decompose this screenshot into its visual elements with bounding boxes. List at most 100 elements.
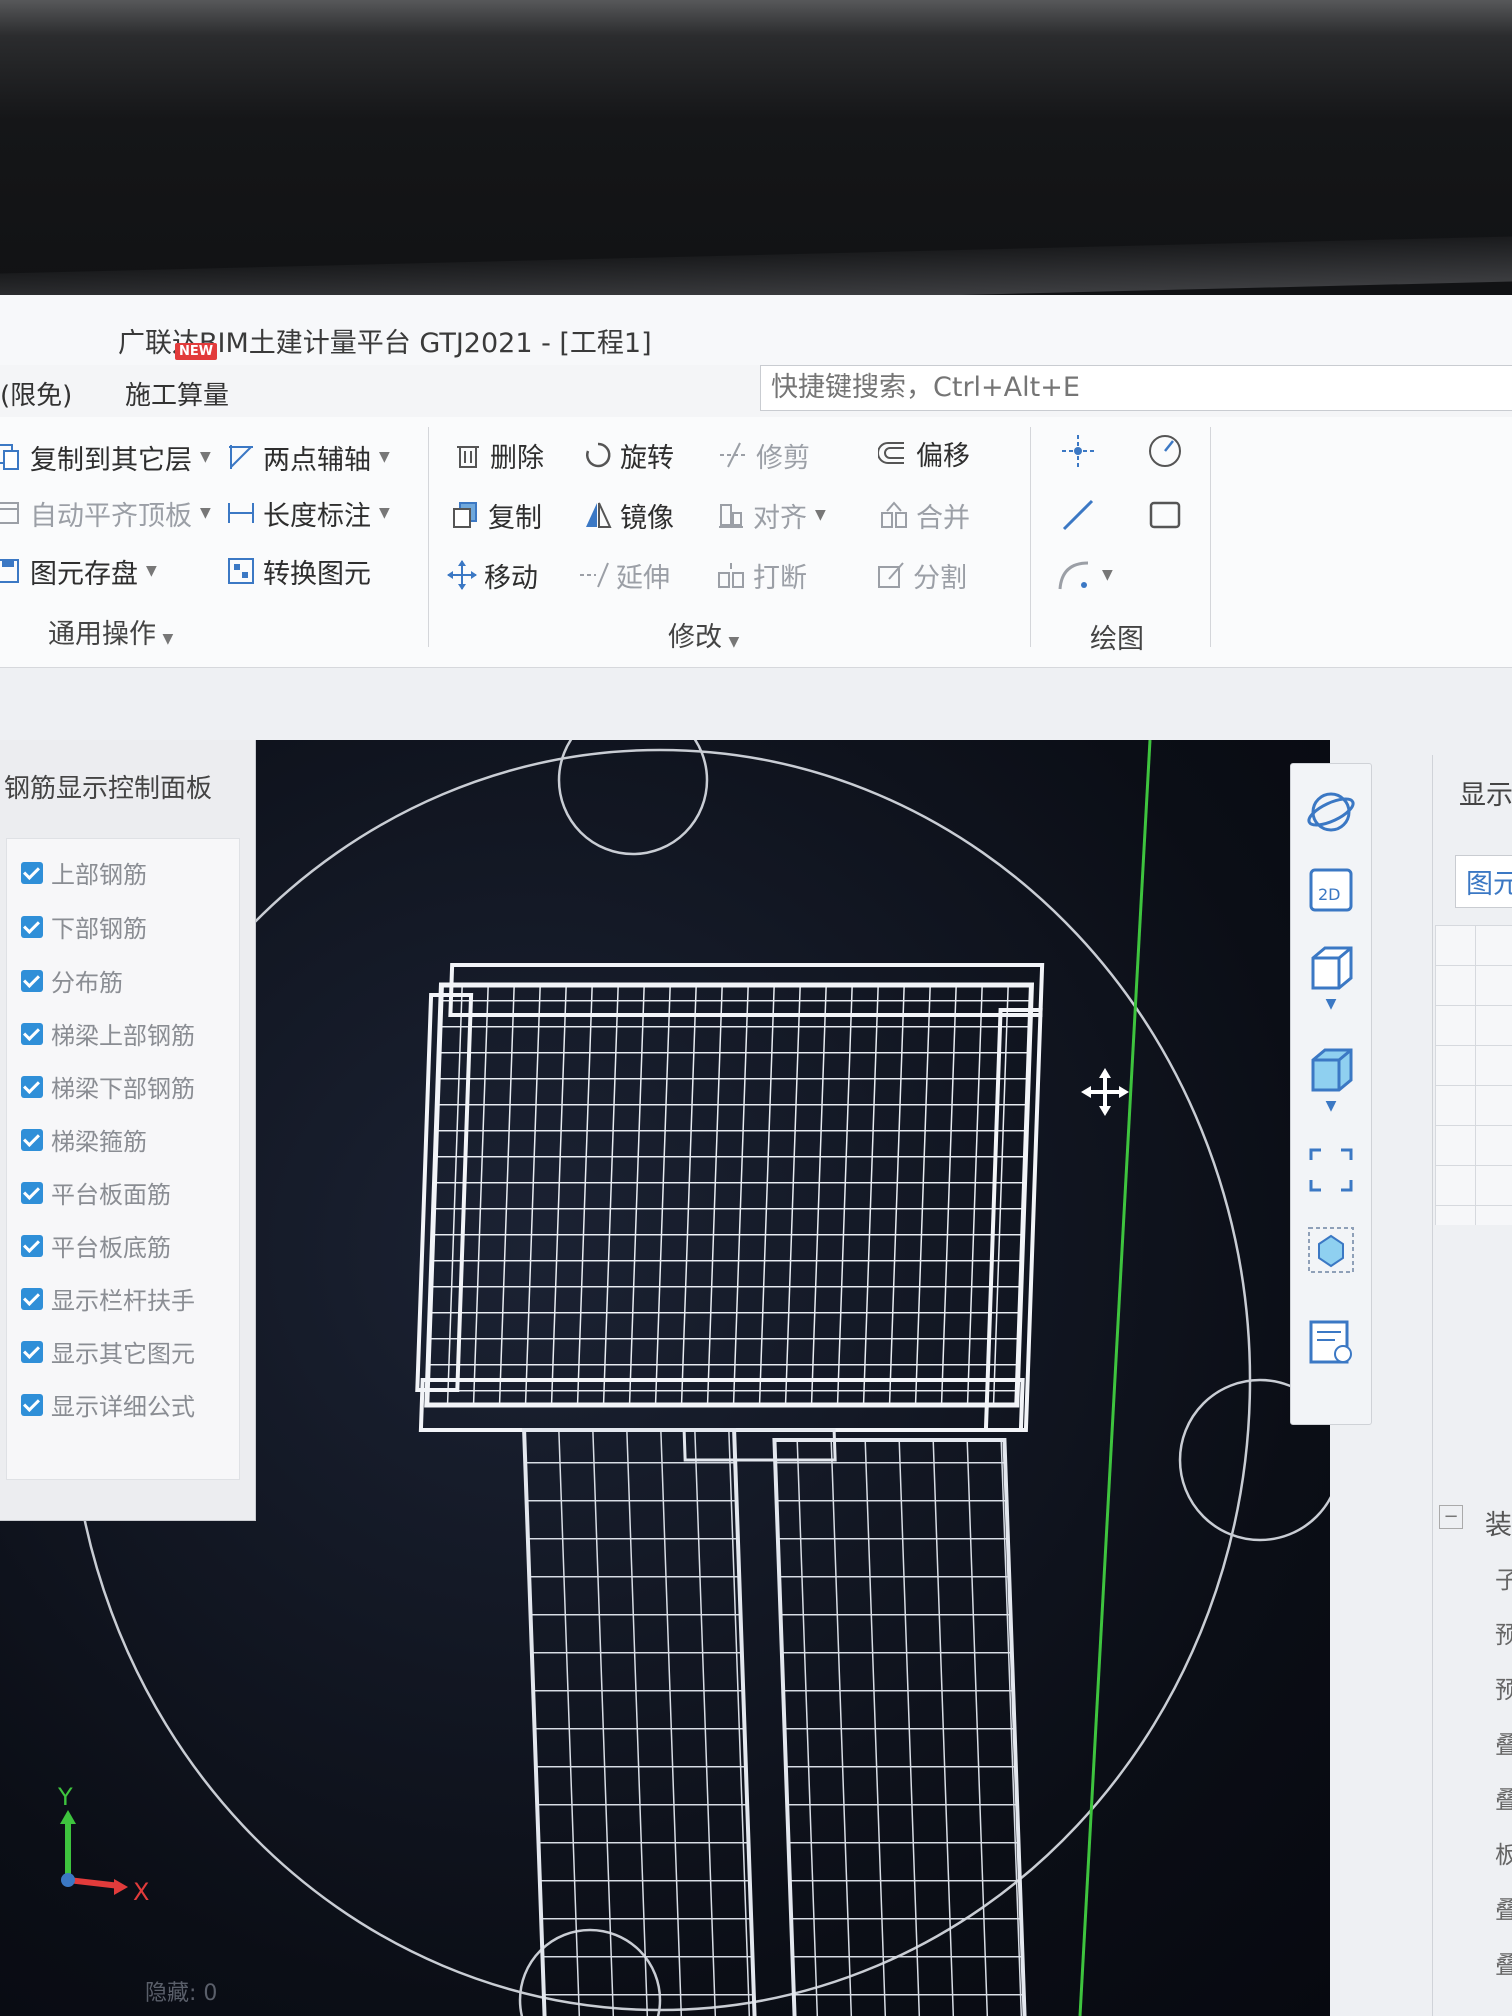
tab-display[interactable]: 显示 (1459, 773, 1512, 812)
split-icon (875, 559, 907, 591)
line-draw-button[interactable] (1058, 495, 1098, 535)
move-cursor-icon (1081, 1068, 1129, 1116)
chevron-down-icon: ▼ (200, 505, 211, 521)
rotate-point-button[interactable] (1145, 431, 1185, 471)
menu-item-construction-quantity[interactable]: 施工算量 (125, 375, 229, 412)
merge-button[interactable]: 合并 (878, 495, 970, 535)
checkbox-bottom-rebar[interactable]: 下部钢筋 (21, 909, 147, 944)
orbit-handle-top[interactable] (557, 740, 709, 856)
mirror-icon (582, 499, 614, 531)
collapse-icon[interactable]: − (1439, 1505, 1463, 1529)
two-point-axis-label: 两点辅轴 (263, 444, 371, 476)
delete-button[interactable]: 删除 (452, 435, 544, 475)
checkbox-checked-icon[interactable] (21, 1287, 43, 1310)
break-button[interactable]: 打断 (715, 555, 807, 595)
save-icon (0, 555, 24, 587)
auto-flush-slab-button[interactable]: 自动平齐顶板 ▼ (0, 493, 211, 533)
move-button[interactable]: 移动 (446, 555, 538, 595)
checkbox-checked-icon[interactable] (21, 915, 43, 938)
extend-label: 延伸 (616, 562, 670, 594)
offset-label: 偏移 (916, 440, 970, 472)
properties-icon[interactable] (1305, 1316, 1357, 1368)
move-icon (446, 559, 478, 591)
checkbox-checked-icon[interactable] (21, 1022, 43, 1045)
extend-icon (578, 559, 610, 591)
checkbox-distribution-rebar[interactable]: 分布筋 (21, 963, 123, 998)
side-label: 叠 (1495, 1786, 1512, 1814)
trim-button[interactable]: 修剪 (718, 435, 810, 475)
shortcut-search[interactable] (760, 365, 1512, 411)
group-label-draw: 绘图 (1090, 624, 1144, 655)
checkbox-beam-bottom-rebar[interactable]: 梯梁下部钢筋 (21, 1069, 195, 1104)
checkbox-beam-top-rebar[interactable]: 梯梁上部钢筋 (21, 1016, 195, 1051)
view-toolbar: 2D ▼ ▼ (1290, 763, 1372, 1425)
menu-item-free[interactable]: (限免) (0, 375, 72, 412)
checkbox-checked-icon[interactable] (21, 1393, 43, 1416)
copy-to-layer-button[interactable]: 复制到其它层 ▼ (0, 437, 211, 477)
chevron-down-icon[interactable]: ▼ (1305, 1098, 1357, 1118)
axis-label-y: Y (57, 1783, 73, 1811)
offset-icon (877, 437, 910, 469)
checkbox-top-rebar[interactable]: 上部钢筋 (21, 855, 147, 890)
align-button[interactable]: 对齐 ▼ (715, 495, 826, 535)
shortcut-search-input[interactable] (761, 366, 1512, 408)
stair-flight-right (772, 1438, 1028, 2016)
checkbox-show-railing[interactable]: 显示栏杆扶手 (21, 1281, 195, 1316)
fit-view-icon[interactable] (1305, 1144, 1357, 1196)
checkbox-slab-bottom-rebar[interactable]: 平台板底筋 (21, 1228, 171, 1263)
orbit-icon[interactable] (1305, 786, 1357, 838)
group-label-general[interactable]: 通用操作 ▼ (48, 612, 173, 651)
tab-element[interactable]: 图元 (1455, 855, 1512, 908)
landing-slab-rebar (424, 982, 1035, 1408)
side-label: 叠 (1495, 1731, 1512, 1759)
rectangle-icon (1145, 495, 1185, 535)
chevron-down-icon: ▼ (724, 634, 740, 650)
extend-button[interactable]: 延伸 (578, 555, 670, 595)
trash-icon (452, 439, 484, 471)
2d-view-icon[interactable]: 2D (1305, 864, 1357, 916)
checkbox-show-other-elements[interactable]: 显示其它图元 (21, 1334, 195, 1369)
checkbox-checked-icon[interactable] (21, 1181, 43, 1204)
group-label-modify[interactable]: 修改 ▼ (668, 615, 739, 654)
split-label: 分割 (913, 562, 967, 594)
save-element-button[interactable]: 图元存盘 ▼ (0, 551, 157, 591)
view-cube-icon[interactable] (1305, 1224, 1357, 1276)
group-separator (428, 427, 429, 647)
length-dim-button[interactable]: 长度标注 ▼ (225, 493, 390, 533)
checkbox-checked-icon[interactable] (21, 1234, 43, 1257)
two-point-axis-button[interactable]: 两点辅轴 ▼ (225, 437, 390, 477)
split-button[interactable]: 分割 (875, 555, 967, 595)
auto-flush-slab-label: 自动平齐顶板 (30, 500, 192, 532)
checkbox-checked-icon[interactable] (21, 1128, 43, 1151)
convert-element-button[interactable]: 转换图元 (225, 551, 371, 591)
3d-wire-icon[interactable] (1305, 942, 1357, 994)
chevron-down-icon: ▼ (815, 507, 826, 523)
axis-icon (225, 441, 257, 473)
side-label: 子 (1495, 1566, 1512, 1594)
save-element-label: 图元存盘 (30, 558, 138, 590)
merge-icon (878, 499, 910, 531)
offset-button[interactable]: 偏移 (877, 433, 970, 473)
checkbox-show-formula[interactable]: 显示详细公式 (21, 1387, 195, 1422)
chevron-down-icon: ▼ (158, 631, 174, 647)
checkbox-slab-top-rebar[interactable]: 平台板面筋 (21, 1175, 171, 1210)
flush-slab-icon (0, 497, 24, 529)
checkbox-checked-icon[interactable] (21, 1340, 43, 1363)
arc-draw-button[interactable]: ▼ (1054, 555, 1113, 595)
checkbox-checked-icon[interactable] (21, 969, 43, 992)
3d-solid-icon[interactable] (1305, 1044, 1357, 1096)
trim-label: 修剪 (756, 442, 810, 474)
point-draw-button[interactable] (1058, 431, 1098, 471)
checkbox-checked-icon[interactable] (21, 861, 43, 884)
mirror-button[interactable]: 镜像 (582, 495, 674, 535)
arc-icon (1054, 555, 1094, 595)
copy-button[interactable]: 复制 (450, 495, 542, 535)
checkbox-beam-stirrup[interactable]: 梯梁箍筋 (21, 1122, 147, 1157)
chevron-down-icon: ▼ (146, 563, 157, 579)
align-icon (715, 499, 747, 531)
app-window: 广联达BIM土建计量平台 GTJ2021 - [工程1] NEW (限免) 施工… (0, 295, 1512, 2016)
rect-draw-button[interactable] (1145, 495, 1185, 535)
rotate-button[interactable]: 旋转 (582, 435, 674, 475)
chevron-down-icon[interactable]: ▼ (1305, 996, 1357, 1016)
checkbox-checked-icon[interactable] (21, 1075, 43, 1098)
